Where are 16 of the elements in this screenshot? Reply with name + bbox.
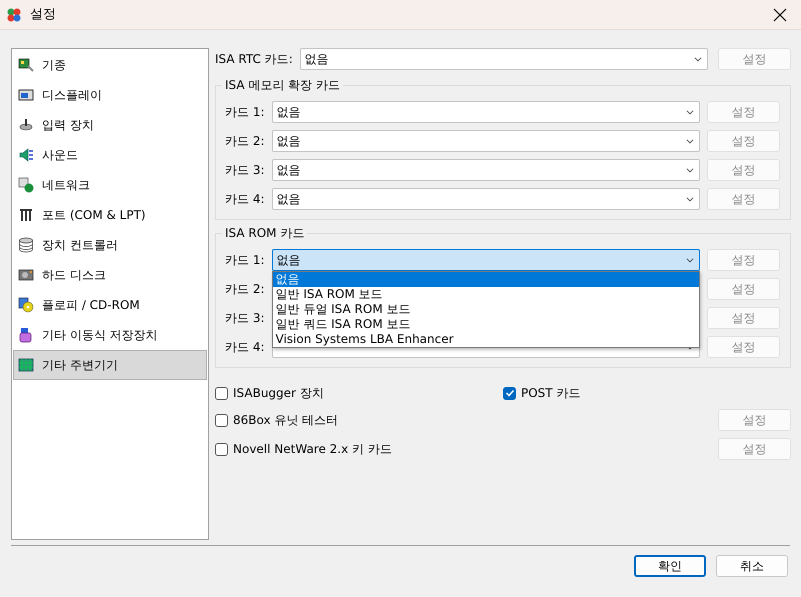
field-label: 카드 3: — [225, 310, 264, 327]
checkbox-label: ISABugger 장치 — [233, 385, 324, 402]
field-label: ISA RTC 카드: — [215, 51, 293, 68]
checkbox-label: POST 카드 — [521, 385, 580, 402]
window-title: 설정 — [30, 6, 56, 24]
field-label: 카드 1: — [225, 252, 264, 269]
group-title: ISA ROM 카드 — [222, 225, 308, 241]
checkbox-label: 86Box 유닛 테스터 — [233, 412, 338, 429]
field-label: 카드 1: — [225, 104, 264, 121]
checkbox-label: Novell NetWare 2.x 키 카드 — [233, 441, 392, 458]
field-label: 카드 2: — [225, 281, 264, 298]
group-title: ISA 메모리 확장 카드 — [222, 77, 344, 93]
field-label: 카드 2: — [225, 133, 264, 150]
field-label: 카드 3: — [225, 162, 264, 179]
field-label: 카드 4: — [225, 191, 264, 208]
field-label: 카드 4: — [225, 339, 264, 356]
